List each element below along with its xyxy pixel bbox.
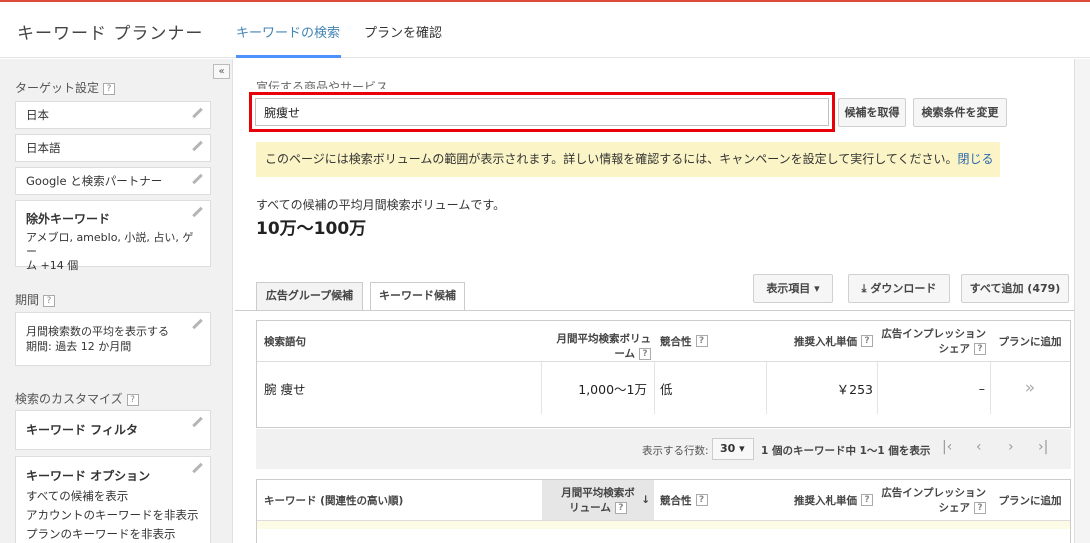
negative-keywords-title: 除外キーワード [26, 212, 111, 226]
help-icon[interactable]: ? [974, 502, 986, 514]
keyword-filter-setting[interactable]: キーワード フィルタ [15, 410, 211, 450]
rows-per-page-select[interactable]: 30 ▾ [712, 438, 754, 460]
row-suggested-bid: ￥253 [836, 381, 873, 397]
keyword-ideas-table: キーワード (関連性の高い順) 月間平均検索ボ リューム? ↓ 競合性? 推奨入… [256, 479, 1071, 543]
result-count: 1 個のキーワード中 1～1 個を表示 [761, 445, 931, 457]
help-icon[interactable]: ? [861, 494, 873, 506]
network-setting[interactable]: Google と検索パートナー [15, 167, 211, 195]
help-icon[interactable]: ? [974, 343, 986, 355]
table-header: 検索語句 月間平均検索ボリュ ーム? 競合性? 推奨入札単価? 広告インプレッシ… [257, 321, 1070, 362]
col-keyword[interactable]: キーワード (関連性の高い順) [264, 480, 534, 520]
period-line-2: 期間: 過去 12 か月間 [26, 340, 132, 353]
app-title: キーワード プランナー [17, 24, 204, 44]
download-button[interactable]: ⤓ ダウンロード [848, 274, 950, 303]
product-input-label: 宣伝する商品やサービス [256, 80, 389, 89]
keyword-options-title: キーワード オプション [26, 469, 151, 483]
help-icon[interactable]: ? [43, 294, 56, 307]
page-scrollbar[interactable] [1074, 59, 1090, 543]
table-header: キーワード (関連性の高い順) 月間平均検索ボ リューム? ↓ 競合性? 推奨入… [257, 480, 1070, 521]
pencil-icon[interactable] [191, 319, 203, 331]
last-page-icon[interactable]: ›| [1038, 439, 1048, 455]
tab-underline [235, 310, 1090, 311]
get-ideas-button[interactable]: 候補を取得 [838, 98, 906, 127]
negative-keywords-setting[interactable]: 除外キーワード アメブロ, ameblo, 小説, 占い, ゲー ム +14 個 [15, 200, 211, 272]
help-icon[interactable]: ? [695, 494, 708, 506]
negative-keywords-line-2: ム +14 個 [26, 259, 79, 272]
negative-keywords-line-1: アメブロ, ameblo, 小説, 占い, ゲー [26, 231, 194, 258]
keyword-input[interactable] [255, 98, 829, 126]
col-search-term: 検索語句 [264, 335, 306, 348]
col-impression-share[interactable]: 広告インプレッション シェア? [881, 321, 986, 361]
pagination-bar: 表示する行数: 30 ▾ 1 個のキーワード中 1～1 個を表示 |‹ ‹ › … [256, 429, 1071, 469]
collapse-sidebar-button[interactable]: « [213, 64, 230, 79]
help-icon[interactable]: ? [103, 82, 116, 95]
col-monthly-volume-sorted[interactable]: 月間平均検索ボ リューム? ↓ [542, 480, 654, 520]
col-add-to-plan: プランに追加 [998, 494, 1062, 507]
average-volume-value: 10万～100万 [256, 219, 367, 239]
table-row-highlight [257, 521, 1070, 529]
period-setting[interactable]: 月間検索数の平均を表示する 期間: 過去 12 か月間 [15, 312, 211, 366]
row-search-term: 腕 痩せ [264, 381, 306, 397]
average-volume-label: すべての候補の平均月間検索ボリュームです。 [256, 198, 506, 212]
column-divider [654, 362, 655, 414]
help-icon[interactable]: ? [861, 335, 873, 347]
column-divider [990, 362, 991, 414]
help-icon[interactable]: ? [614, 502, 627, 514]
pencil-icon[interactable] [191, 463, 203, 475]
period-label: 期間? [15, 291, 56, 308]
app-header: キーワード プランナー キーワードの検索 プランを確認 [0, 2, 1090, 58]
caret-down-icon: ▾ [739, 442, 745, 455]
rows-per-page-label: 表示する行数: [642, 445, 709, 457]
period-line-1: 月間検索数の平均を表示する [26, 325, 169, 338]
modify-search-button[interactable]: 検索条件を変更 [913, 98, 1007, 127]
keyword-options-setting[interactable]: キーワード オプション すべての候補を表示 アカウントのキーワードを非表示 プラ… [15, 456, 211, 543]
col-competition[interactable]: 競合性? [660, 321, 760, 361]
pencil-icon[interactable] [191, 174, 203, 186]
download-icon: ⤓ [861, 282, 867, 295]
col-competition[interactable]: 競合性? [660, 480, 760, 520]
table-row: 腕 痩せ 1,000～1万 低 ￥253 – » [257, 362, 1070, 414]
targeting-label: ターゲット設定? [15, 79, 116, 96]
help-icon[interactable]: ? [126, 393, 139, 406]
notice-close-link[interactable]: 閉じる [958, 152, 994, 166]
help-icon[interactable]: ? [695, 335, 708, 347]
tab-keyword-ideas[interactable]: キーワード候補 [370, 282, 465, 311]
tab-adgroup-ideas[interactable]: 広告グループ候補 [256, 282, 363, 310]
row-impression-share: – [978, 380, 985, 396]
search-terms-table: 検索語句 月間平均検索ボリュ ーム? 競合性? 推奨入札単価? 広告インプレッシ… [256, 320, 1071, 428]
sidebar: « ターゲット設定? 日本 日本語 Google と検索パートナー 除外キーワー… [0, 59, 233, 543]
col-suggested-bid[interactable]: 推奨入札単価? [767, 480, 873, 520]
add-to-plan-icon[interactable]: » [997, 362, 1063, 414]
tab-review-plan[interactable]: プランを確認 [364, 22, 442, 58]
tab-keyword-search[interactable]: キーワードの検索 [236, 22, 341, 58]
next-page-icon[interactable]: › [1008, 439, 1014, 455]
col-add-to-plan: プランに追加 [998, 335, 1062, 348]
keyword-input-highlight [249, 92, 835, 132]
pencil-icon[interactable] [191, 141, 203, 153]
first-page-icon[interactable]: |‹ [942, 439, 952, 455]
notice-banner: このページには検索ボリュームの範囲が表示されます。詳しい情報を確認するには、キャ… [256, 142, 1000, 177]
keyword-option-2: アカウントのキーワードを非表示 [26, 508, 199, 522]
col-impression-share[interactable]: 広告インプレッション シェア? [881, 480, 986, 520]
language-setting[interactable]: 日本語 [15, 134, 211, 162]
column-divider [877, 362, 878, 414]
col-monthly-volume[interactable]: 月間平均検索ボリュ ーム? [541, 321, 651, 361]
row-competition: 低 [660, 381, 673, 397]
pencil-icon[interactable] [191, 207, 203, 219]
help-icon[interactable]: ? [639, 348, 651, 360]
pencil-icon[interactable] [191, 417, 203, 429]
row-monthly-volume: 1,000～1万 [578, 381, 647, 397]
prev-page-icon[interactable]: ‹ [976, 439, 982, 455]
keyword-option-1: すべての候補を表示 [26, 489, 129, 503]
caret-down-icon: ▾ [814, 282, 820, 295]
sort-down-icon: ↓ [641, 494, 650, 506]
col-suggested-bid[interactable]: 推奨入札単価? [767, 321, 873, 361]
keyword-option-3: プランのキーワードを非表示 [26, 527, 176, 541]
location-setting[interactable]: 日本 [15, 101, 211, 129]
pencil-icon[interactable] [191, 108, 203, 120]
columns-button[interactable]: 表示項目 ▾ [753, 274, 833, 303]
customize-label: 検索のカスタマイズ? [15, 390, 139, 407]
add-all-button[interactable]: すべて追加 (479) [961, 274, 1069, 303]
